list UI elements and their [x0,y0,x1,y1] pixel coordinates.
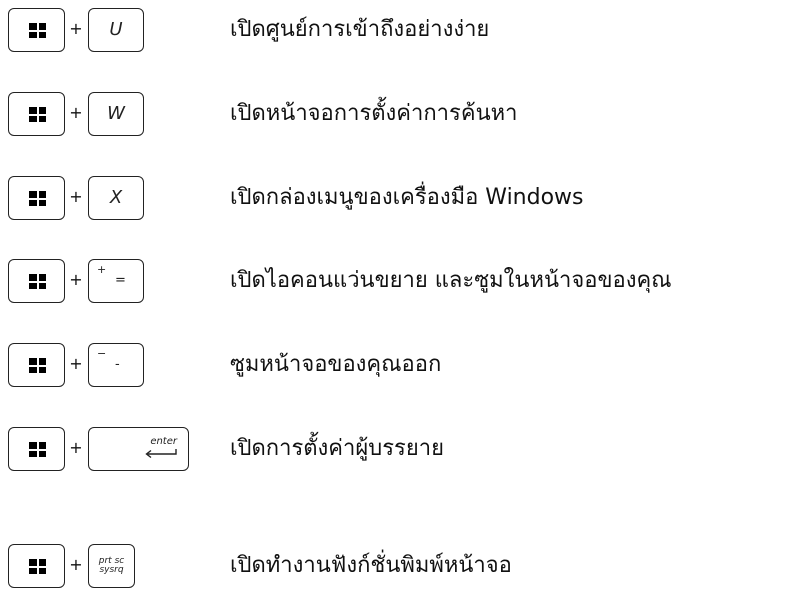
windows-logo-icon [29,559,46,574]
key-underscore-label: − [97,347,107,360]
windows-key [8,8,65,52]
windows-logo-icon [29,107,46,122]
shortcut-description: เปิดไอคอนแว่นขยาย และซูมในหน้าจอของคุณ [230,268,672,293]
windows-key [8,343,65,387]
shortcut-row-u: + U เปิดศูนย์การเข้าถึงอย่างง่าย [0,6,786,54]
windows-logo-icon [29,358,46,373]
key-equals-label: = [115,273,126,288]
shortcut-row-print-screen: + prt sc sysrq เปิดทำงานฟังก์ชั่นพิมพ์หน… [0,542,786,590]
key-minus-label: - [115,357,120,372]
shortcut-row-x: + X เปิดกล่องเมนูของเครื่องมือ Windows [0,174,786,222]
key-x: X [88,176,144,220]
plus-sign: + [69,187,83,206]
plus-sign: + [69,270,83,289]
plus-sign: + [69,19,83,38]
shortcut-row-w: + W เปิดหน้าจอการตั้งค่าการค้นหา [0,90,786,138]
windows-key [8,92,65,136]
shortcut-description: เปิดทำงานฟังก์ชั่นพิมพ์หน้าจอ [230,553,512,578]
windows-logo-icon [29,191,46,206]
windows-key [8,427,65,471]
shortcut-row-zoom-in: + + = เปิดไอคอนแว่นขยาย และซูมในหน้าจอขอ… [0,257,786,305]
windows-logo-icon [29,274,46,289]
shortcut-description: เปิดกล่องเมนูของเครื่องมือ Windows [230,185,584,210]
windows-key [8,544,65,588]
key-plus-equals: + = [88,259,144,303]
key-enter-label: enter [150,436,177,447]
plus-sign: + [69,555,83,574]
enter-arrow-icon [145,449,177,459]
windows-key [8,259,65,303]
key-x-label: X [109,187,123,208]
shortcut-reference-page: { "plus_sign": "+", "shortcuts": [ { "ke… [0,0,786,594]
windows-key [8,176,65,220]
shortcut-description: เปิดการตั้งค่าผู้บรรยาย [230,436,444,461]
plus-sign: + [69,354,83,373]
key-minus: − - [88,343,144,387]
key-w-label: W [107,103,125,124]
windows-logo-icon [29,23,46,38]
shortcut-description: ซูมหน้าจอของคุณออก [230,352,442,377]
key-enter: enter [88,427,189,471]
key-plus-label: + [97,263,107,276]
shortcut-description: เปิดหน้าจอการตั้งค่าการค้นหา [230,101,518,126]
shortcut-description: เปิดศูนย์การเข้าถึงอย่างง่าย [230,17,490,42]
key-u: U [88,8,144,52]
key-sysrq-label: sysrq [99,565,124,575]
key-w: W [88,92,144,136]
plus-sign: + [69,438,83,457]
shortcut-row-enter: + enter เปิดการตั้งค่าผู้บรรยาย [0,425,786,473]
key-print-screen: prt sc sysrq [88,544,135,588]
plus-sign: + [69,103,83,122]
shortcut-row-zoom-out: + − - ซูมหน้าจอของคุณออก [0,341,786,389]
key-u-label: U [109,19,123,40]
windows-logo-icon [29,442,46,457]
